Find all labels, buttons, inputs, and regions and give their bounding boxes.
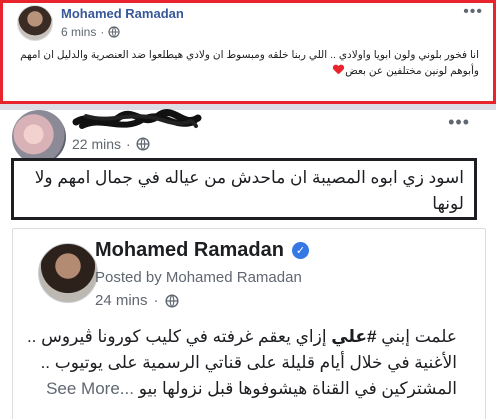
posted-by: Posted by Mohamed Ramadan [95,269,302,286]
shared-post-meta: 24 mins · [95,292,179,309]
shared-post-text: علمت إبني #علي إزاي يعقم غرفته في كليب ك… [26,327,457,398]
post-1-highlighted: Mohamed Ramadan 6 mins · ••• انا فخور بل… [0,0,496,104]
post-time[interactable]: 22 mins [72,136,121,152]
globe-icon [108,26,120,38]
author-avatar[interactable] [17,5,53,41]
heart-emoji-icon [333,65,343,75]
post-text: انا فخور بلوني ولون ابويا واولادي .. الل… [20,49,479,77]
more-options-icon[interactable]: ••• [463,3,483,21]
more-options-icon[interactable]: ••• [448,112,470,133]
post-meta: 6 mins · [61,25,120,39]
verified-badge-icon: ✓ [291,242,309,259]
author-name[interactable]: Mohamed Ramadan [61,6,184,21]
post-meta: 22 mins · [72,136,150,152]
hashtag-link[interactable]: #علي [331,327,376,346]
see-more-link[interactable]: See More... [46,379,134,398]
redacted-name-scribble [72,109,202,129]
post-time[interactable]: 6 mins [61,25,96,39]
globe-icon [164,293,179,308]
comment-text-box: اسود زي ابوه المصيبة ان ماحدش من عياله ف… [11,158,477,220]
shared-post-time[interactable]: 24 mins [95,292,148,309]
shared-author-name[interactable]: Mohamed Ramadan ✓ [95,239,309,262]
author-avatar[interactable] [12,110,66,164]
globe-icon [136,137,150,151]
shared-post-card[interactable]: Mohamed Ramadan ✓ Posted by Mohamed Rama… [12,228,486,419]
post-text: اسود زي ابوه المصيبة ان ماحدش من عياله ف… [34,168,464,213]
post-2: 22 mins · ••• اسود زي ابوه المصيبة ان ما… [0,109,496,419]
shared-author-avatar[interactable] [38,243,98,303]
